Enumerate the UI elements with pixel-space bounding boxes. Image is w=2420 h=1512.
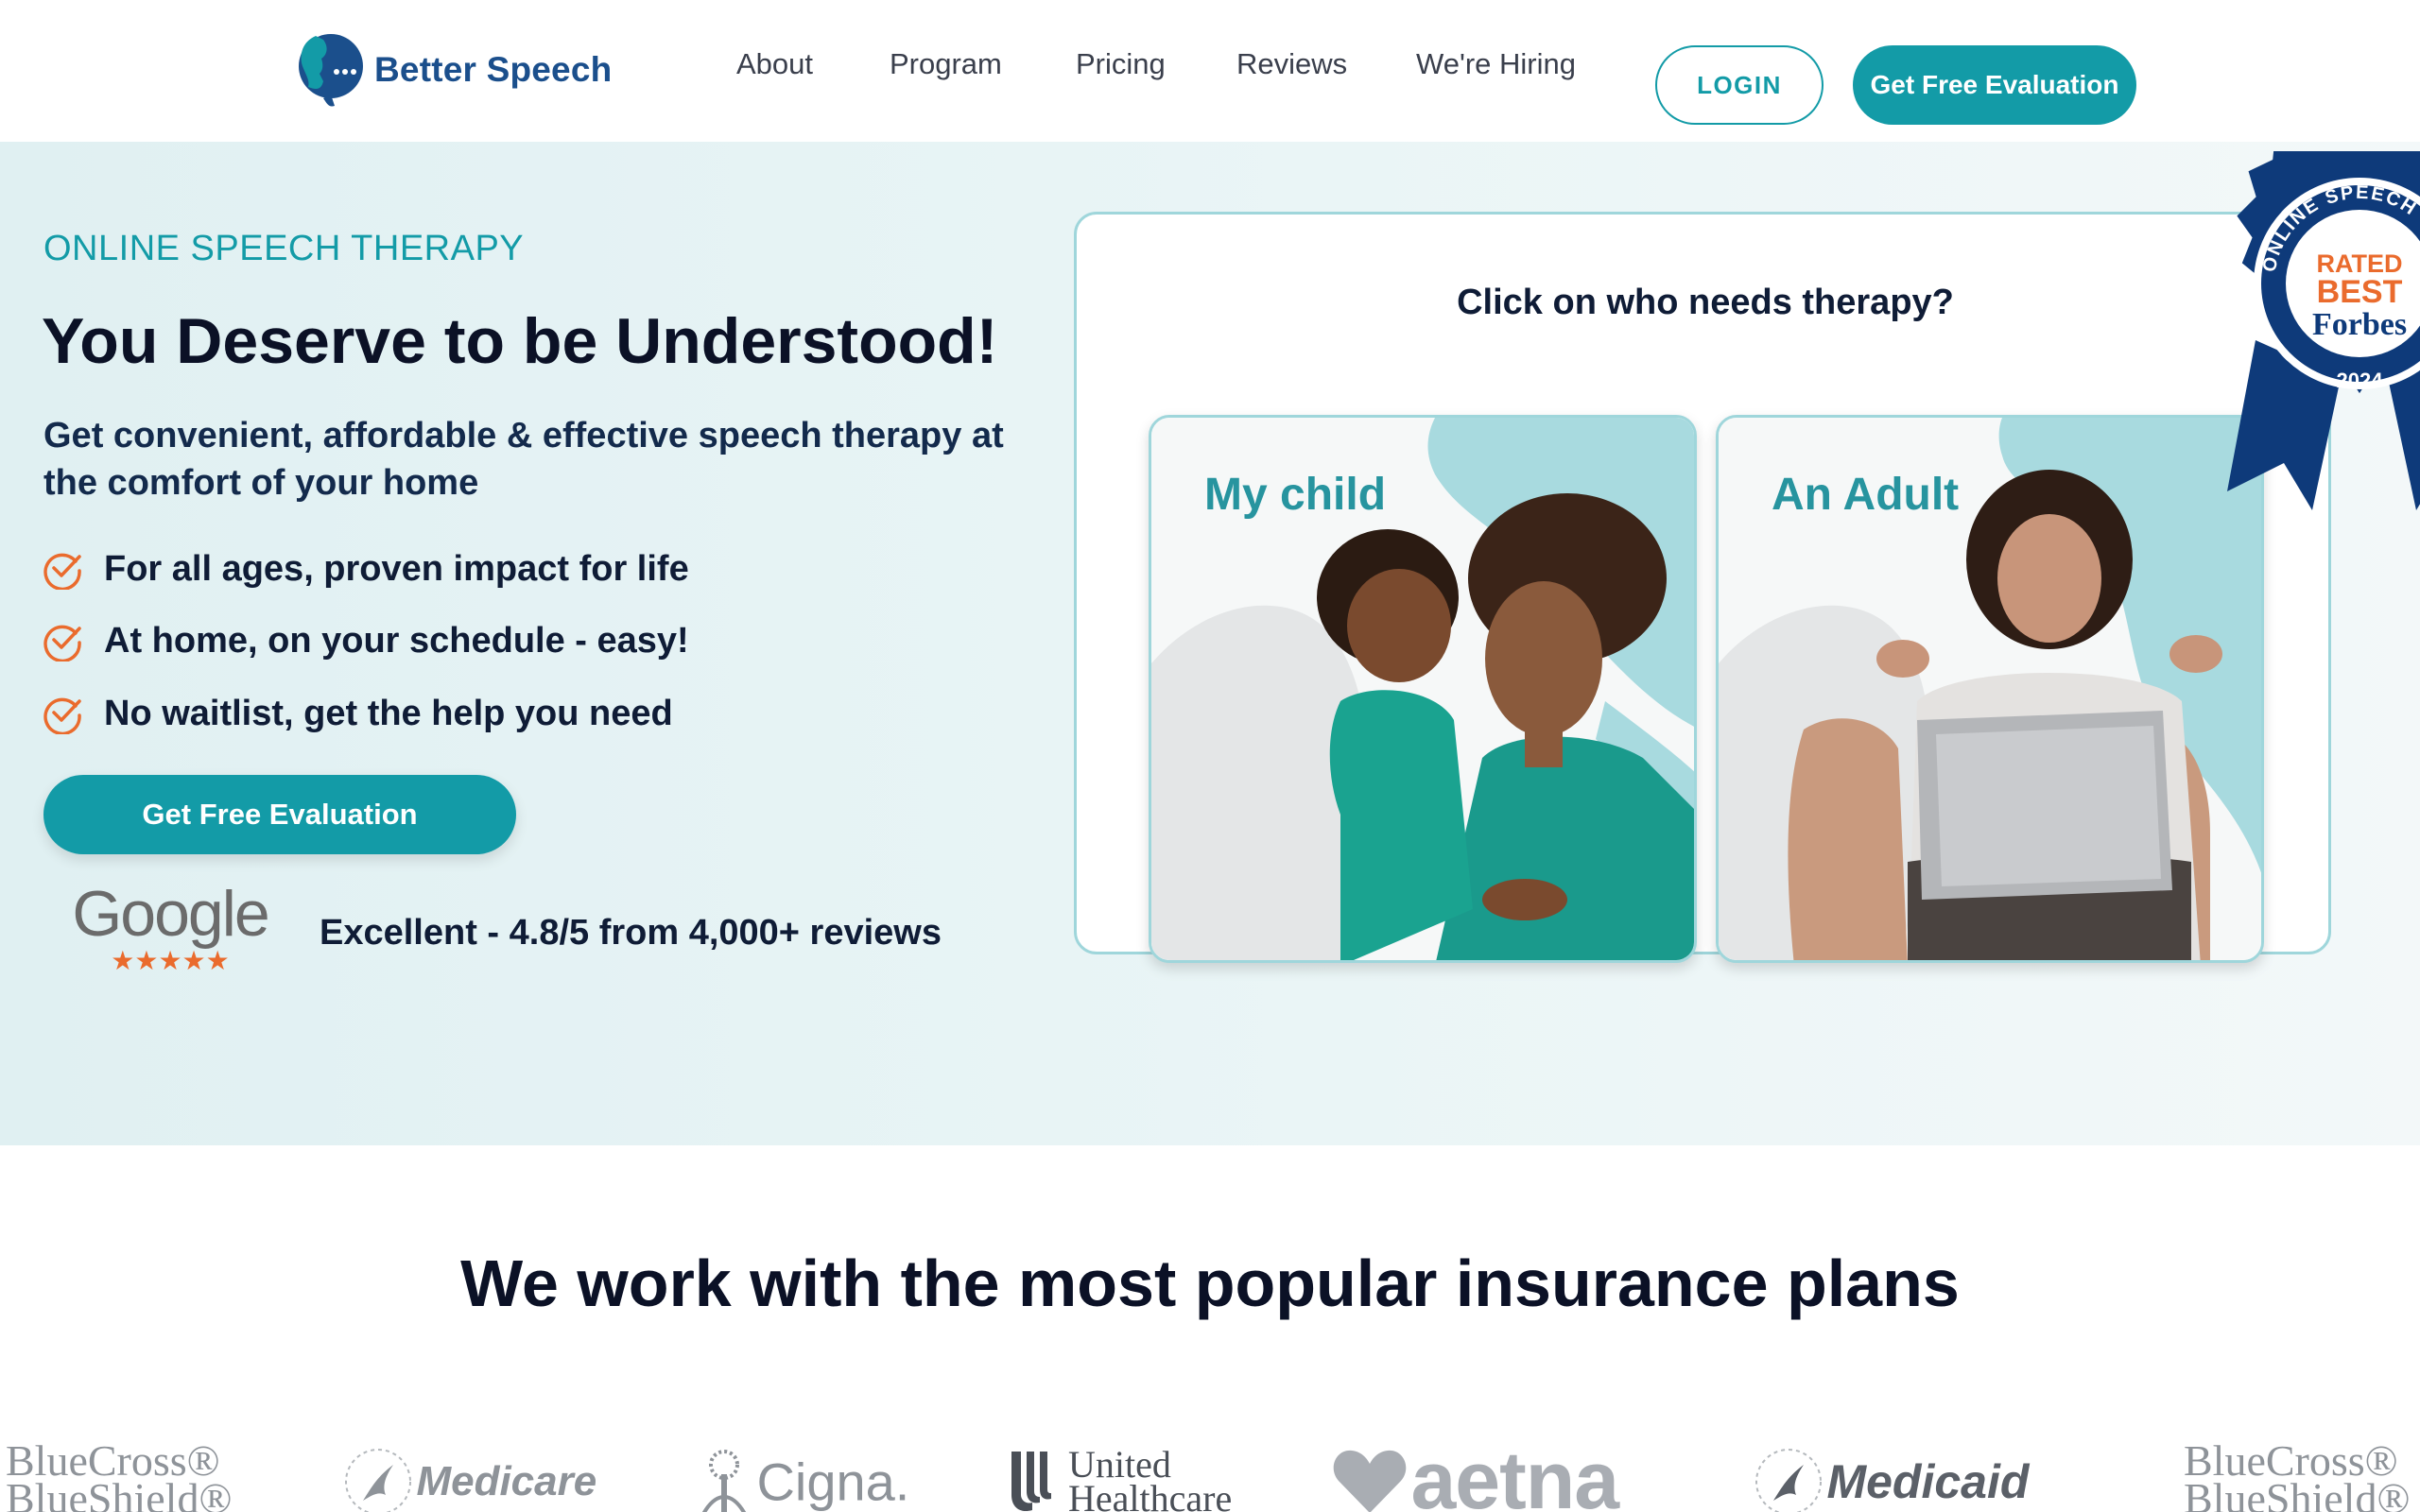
benefit-text: At home, on your schedule - easy! [104,620,689,661]
nav-pricing[interactable]: Pricing [1076,47,1166,81]
therapy-chooser-card: Click on who needs therapy? My child An … [1074,212,2331,963]
google-wordmark: Google [72,878,269,950]
nav-about[interactable]: About [736,47,813,81]
nav-hiring[interactable]: We're Hiring [1416,47,1576,81]
benefit-text: No waitlist, get the help you need [104,693,673,733]
brand-logo[interactable]: Better Speech [295,32,612,108]
cigna-logo: Cigna. [696,1448,909,1512]
heart-icon [1333,1450,1407,1512]
bluecross-blueshield-logo: BlueCross® BlueShield® [2184,1436,2411,1512]
insurance-logos: BlueCross® BlueShield® Medicare Cigna. U… [0,1436,2420,1512]
google-rating-logo: Google ★★★★★ [66,881,274,976]
check-circle-icon [43,553,81,590]
check-circle-icon [43,625,81,662]
header-evaluation-button[interactable]: Get Free Evaluation [1853,45,2136,125]
login-button[interactable]: LOGIN [1655,45,1824,125]
medicare-logo: Medicare [344,1448,596,1512]
aetna-logo: aetna [1333,1436,1619,1512]
hero-eyebrow: ONLINE SPEECH THERAPY [43,229,525,268]
nav-program[interactable]: Program [890,47,1002,81]
hero-section: ONLINE SPEECH THERAPY You Deserve to be … [0,142,2420,1145]
benefit-text: For all ages, proven impact for life [104,548,689,589]
tree-emblem-icon [701,1450,747,1512]
bluecross-blueshield-logo: BlueCross® BlueShield® [6,1436,233,1512]
hero-title: You Deserve to be Understood! [42,305,998,377]
benefit-item: At home, on your schedule - easy! [42,620,689,662]
hero-subtitle: Get convenient, affordable & effective s… [43,416,1004,503]
medicaid-logo: Medicaid [1754,1448,2029,1512]
site-header: Better Speech About Program Pricing Revi… [0,0,2420,142]
badge-forbes: Forbes [2312,307,2407,342]
benefit-item: For all ages, proven impact for life [42,548,689,590]
review-summary[interactable]: Excellent - 4.8/5 from 4,000+ reviews [320,913,942,954]
hero-evaluation-button[interactable]: Get Free Evaluation [43,775,516,854]
brand-name: Better Speech [374,50,613,89]
badge-year: 2024 [2337,369,2384,392]
option-my-child[interactable]: My child [1149,415,1697,963]
nav-reviews[interactable]: Reviews [1236,47,1347,81]
eagle-emblem-icon [1755,1449,1822,1512]
option-an-adult[interactable]: An Adult [1716,415,2264,963]
speech-head-logo-icon [299,34,363,107]
forbes-rated-best-badge: ONLINE SPEECH TH RATED BEST Forbes 2024 [2227,151,2420,510]
united-healthcare-logo: United Healthcare [1008,1446,1232,1512]
chooser-question: Click on who needs therapy? [1457,283,1954,322]
u-emblem-icon [1011,1452,1051,1512]
benefit-item: No waitlist, get the help you need [42,693,673,734]
option-label: My child [1204,470,1387,520]
insurance-title: We work with the most popular insurance … [460,1246,1960,1320]
badge-best: BEST [2317,274,2403,310]
option-label: An Adult [1772,470,1960,520]
check-circle-icon [43,697,81,734]
eagle-emblem-icon [345,1449,411,1512]
